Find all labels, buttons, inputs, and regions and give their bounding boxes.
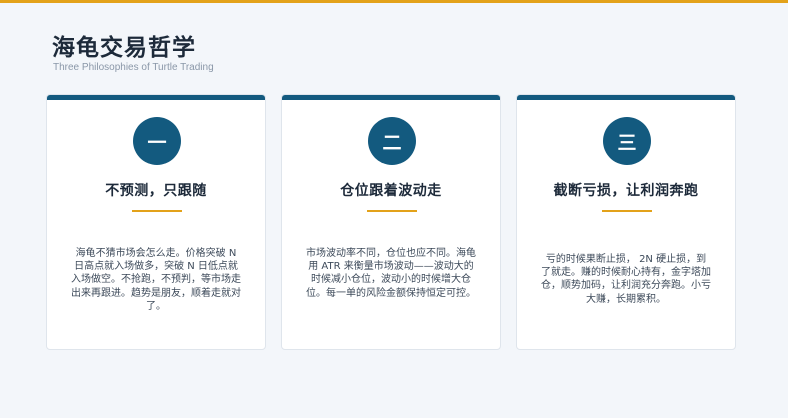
page-title: 海龟交易哲学 (52, 35, 196, 61)
card-number-badge: 二 (368, 117, 416, 165)
card-body-text: 海龟不猜市场会怎么走。价格突破 N 日高点就入场做多，突破 N 日低点就入场做空… (71, 248, 241, 312)
card-divider (602, 210, 652, 212)
card-divider (132, 210, 182, 212)
top-accent-bar (0, 0, 788, 3)
card-title: 截断亏损，让利润奔跑 (553, 183, 699, 199)
card-divider (367, 210, 417, 212)
card-number-badge: 三 (603, 117, 651, 165)
philosophy-card-2: 二 仓位跟着波动走 市场波动率不同，仓位也应不同。海龟用 ATR 来衡量市场波动… (281, 94, 501, 350)
philosophy-card-1: 一 不预测，只跟随 海龟不猜市场会怎么走。价格突破 N 日高点就入场做多，突破 … (46, 94, 266, 350)
card-accent-bar (47, 95, 265, 100)
card-accent-bar (282, 95, 500, 100)
page-subtitle: Three Philosophies of Turtle Trading (53, 62, 214, 73)
philosophy-card-3: 三 截断亏损，让利润奔跑 亏的时候果断止损， 2N 硬止损，到了就走。赚的时候耐… (516, 94, 736, 350)
card-accent-bar (517, 95, 735, 100)
card-number-badge: 一 (133, 117, 181, 165)
card-title: 不预测，只跟随 (105, 183, 207, 199)
card-body-text: 市场波动率不同，仓位也应不同。海龟用 ATR 来衡量市场波动——波动大的时候减小… (306, 248, 476, 299)
card-title: 仓位跟着波动走 (340, 183, 442, 199)
card-body-text: 亏的时候果断止损， 2N 硬止损，到了就走。赚的时候耐心持有，金字塔加仓，顺势加… (541, 254, 711, 305)
